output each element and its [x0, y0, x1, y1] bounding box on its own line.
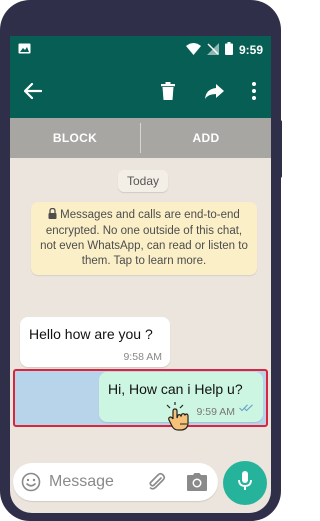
arrow-left-icon[interactable] — [22, 80, 44, 102]
volume-up-button — [0, 96, 3, 130]
message-box[interactable] — [13, 463, 218, 501]
hand-pointer-icon — [166, 402, 194, 432]
encryption-notice-text: Messages and calls are end-to-end encryp… — [40, 209, 248, 267]
status-bar: 9:59 — [10, 36, 271, 64]
incoming-message[interactable]: Hello how are you ? 9:58 AM — [20, 317, 170, 367]
add-contact-button[interactable]: ADD — [141, 131, 271, 145]
chat-area[interactable]: Today Messages and calls are end-to-end … — [10, 158, 271, 456]
battery-icon — [224, 42, 233, 58]
message-text: Hello how are you ? — [29, 326, 153, 342]
microphone-icon — [238, 470, 252, 496]
power-button — [278, 120, 282, 178]
volume-down-button — [0, 140, 3, 190]
contact-action-bar: BLOCK ADD — [10, 118, 271, 158]
more-vert-icon[interactable] — [243, 80, 265, 102]
camera-icon[interactable] — [186, 472, 208, 492]
forward-arrow-icon[interactable] — [203, 80, 225, 102]
message-input[interactable] — [49, 469, 139, 495]
gallery-notification-icon — [18, 43, 31, 57]
message-time: 9:58 AM — [123, 351, 162, 363]
lock-icon — [48, 207, 57, 224]
message-text: Hi, How can i Help u? — [108, 381, 243, 397]
wifi-icon — [185, 42, 201, 58]
no-signal-icon — [206, 42, 219, 58]
phone-frame: 9:59 BLOCK ADD Today Messages and calls … — [0, 0, 282, 521]
encryption-notice[interactable]: Messages and calls are end-to-end encryp… — [31, 202, 257, 275]
app-bar — [10, 64, 271, 118]
composer-bar — [10, 456, 271, 513]
double-check-icon — [239, 399, 254, 417]
trash-icon[interactable] — [157, 80, 179, 102]
block-button[interactable]: BLOCK — [10, 131, 140, 145]
paperclip-icon[interactable] — [147, 472, 167, 492]
message-time: 9:59 AM — [196, 406, 235, 418]
date-chip: Today — [118, 170, 169, 192]
microphone-button[interactable] — [223, 461, 267, 505]
status-time: 9:59 — [238, 43, 263, 57]
phone-screen: 9:59 BLOCK ADD Today Messages and calls … — [10, 36, 271, 513]
emoji-icon[interactable] — [21, 472, 41, 492]
